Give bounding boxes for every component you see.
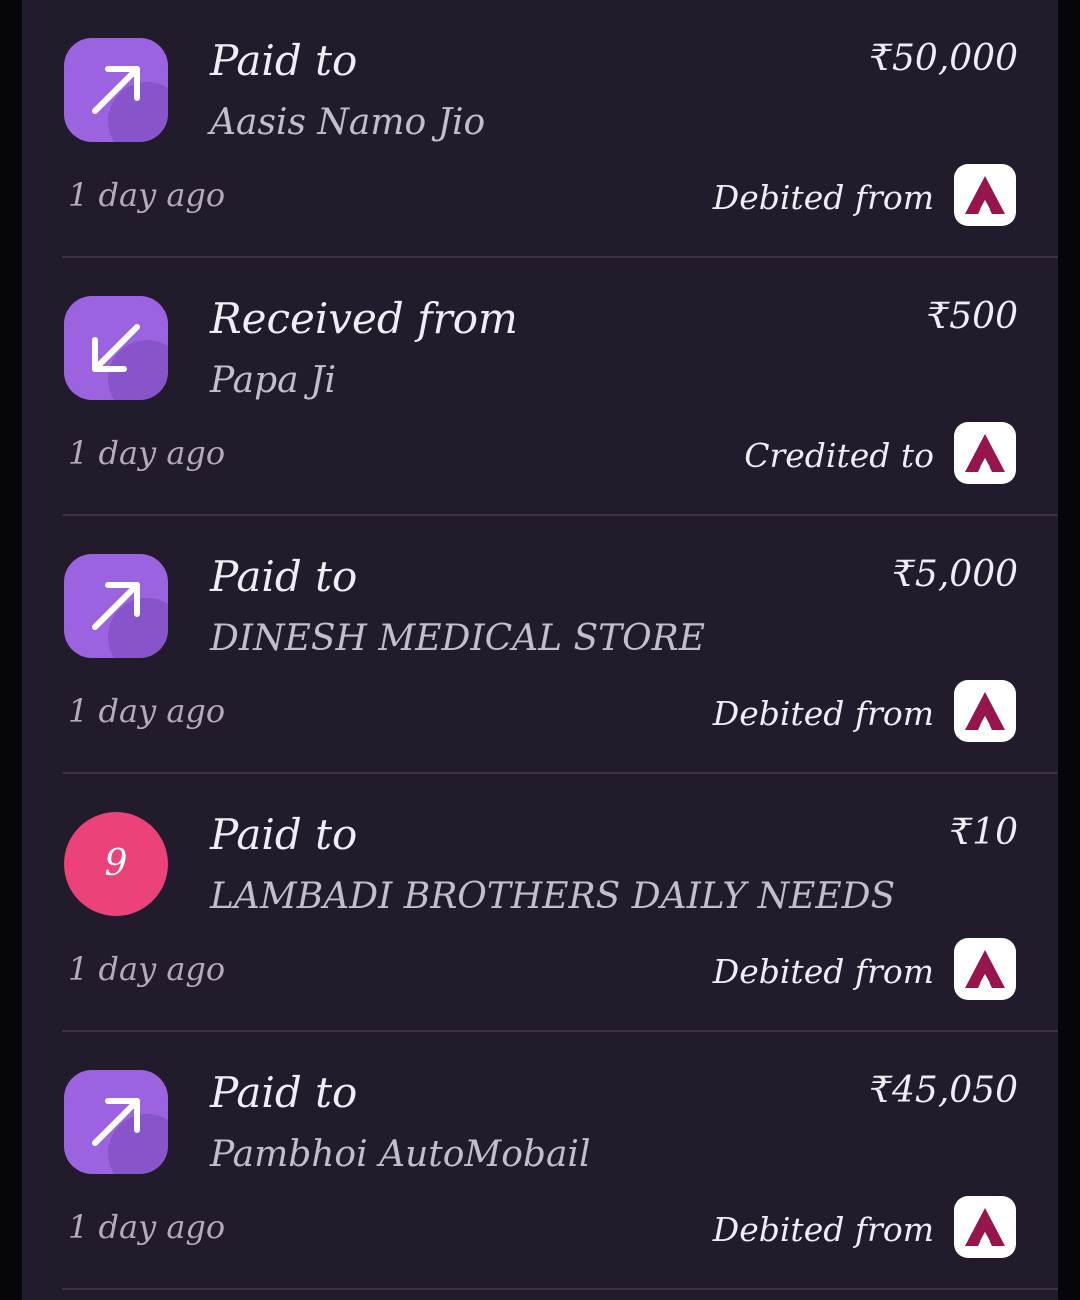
arrow-up-right-icon (92, 582, 140, 630)
transaction-history-list: Paid to Aasis Namo Jio ₹50,000 1 day ago… (22, 0, 1058, 1300)
transaction-title: Paid to (210, 810, 358, 859)
transaction-title: Paid to (210, 552, 358, 601)
transaction-time: 1 day ago (68, 434, 226, 472)
merchant-avatar: 9 (64, 812, 168, 916)
transaction-row[interactable]: Paid to Aasis Namo Jio ₹50,000 1 day ago… (22, 0, 1058, 258)
bank-account-label: Credited to (744, 436, 934, 475)
transaction-time: 1 day ago (68, 950, 226, 988)
bank-account-label: Debited from (712, 694, 934, 733)
transaction-row[interactable]: Paid to Pambhoi AutoMobail ₹45,050 1 day… (22, 1032, 1058, 1290)
bank-logo-icon (954, 938, 1016, 1000)
bank-account-label: Debited from (712, 1210, 934, 1249)
transaction-time: 1 day ago (68, 176, 226, 214)
counterparty-name: Papa Ji (210, 360, 336, 401)
transaction-type-avatar (64, 554, 168, 658)
transaction-amount: ₹10 (949, 812, 1018, 853)
bank-logo-icon (954, 164, 1016, 226)
arrow-up-right-icon (92, 1098, 140, 1146)
bank-account-label: Debited from (712, 952, 934, 991)
bank-account-label: Debited from (712, 178, 934, 217)
transaction-row[interactable]: Paid to DINESH MEDICAL STORE ₹5,000 1 da… (22, 516, 1058, 774)
transaction-time: 1 day ago (68, 1208, 226, 1246)
arrow-up-right-icon (92, 66, 140, 114)
arrow-down-left-icon (92, 324, 140, 372)
bank-logo-icon (954, 422, 1016, 484)
transaction-type-avatar (64, 296, 168, 400)
transaction-time: 1 day ago (68, 692, 226, 730)
transaction-amount: ₹50,000 (869, 38, 1018, 79)
bank-logo-icon (954, 680, 1016, 742)
counterparty-name: Aasis Namo Jio (210, 102, 486, 143)
transaction-row[interactable]: Received from Papa Ji ₹500 1 day ago Cre… (22, 258, 1058, 516)
transaction-title: Received from (210, 294, 518, 343)
transaction-title: Paid to (210, 1068, 358, 1117)
counterparty-name: LAMBADI BROTHERS DAILY NEEDS (210, 876, 896, 917)
row-divider (62, 1288, 1058, 1290)
transaction-row[interactable]: 9 Paid to LAMBADI BROTHERS DAILY NEEDS ₹… (22, 774, 1058, 1032)
transaction-amount: ₹45,050 (869, 1070, 1018, 1111)
counterparty-name: Pambhoi AutoMobail (210, 1134, 591, 1175)
bank-logo-icon (954, 1196, 1016, 1258)
transaction-type-avatar (64, 38, 168, 142)
transaction-type-avatar (64, 1070, 168, 1174)
counterparty-name: DINESH MEDICAL STORE (210, 618, 706, 659)
merchant-avatar-initial: 9 (104, 843, 128, 884)
transaction-amount: ₹5,000 (892, 554, 1018, 595)
transaction-amount: ₹500 (926, 296, 1018, 337)
transaction-title: Paid to (210, 36, 358, 85)
